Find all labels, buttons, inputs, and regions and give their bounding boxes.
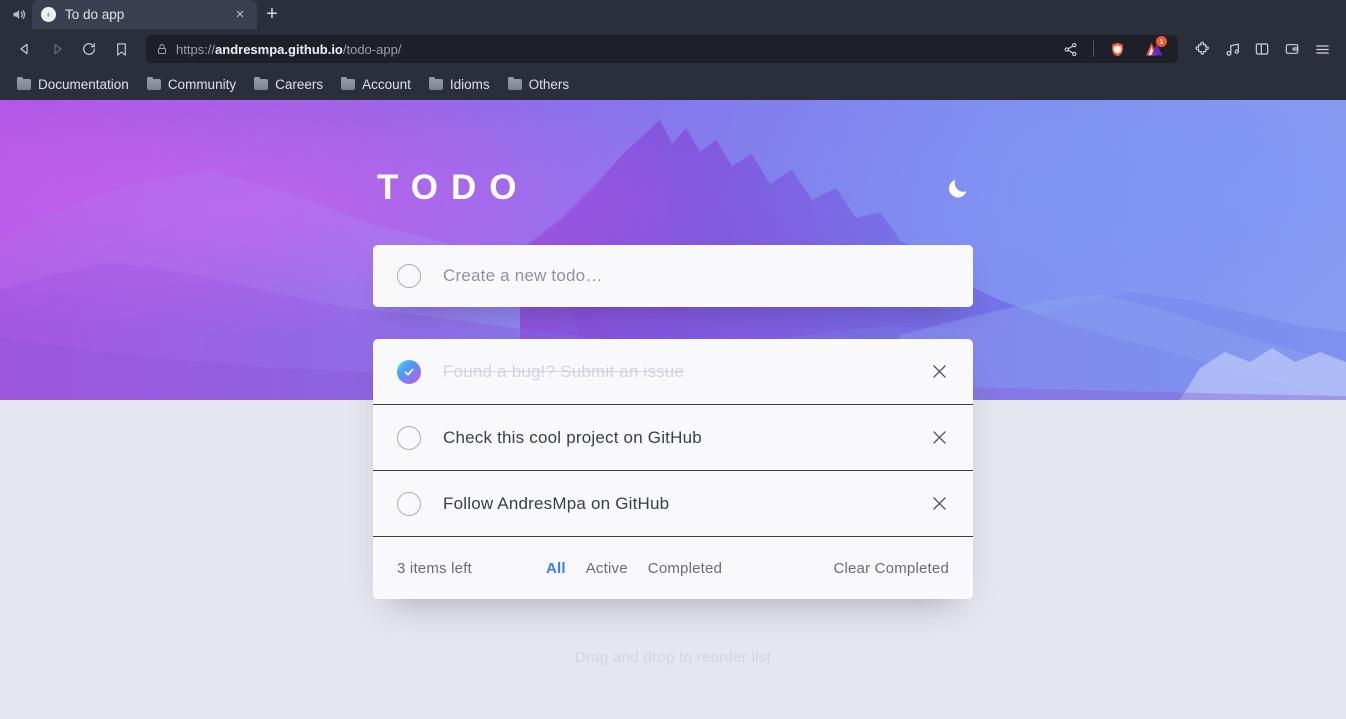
folder-icon — [507, 76, 522, 90]
bookmark-documentation[interactable]: Documentation — [10, 74, 136, 95]
new-todo-checkbox-icon[interactable] — [397, 264, 421, 288]
delete-todo-close-icon[interactable] — [929, 494, 949, 514]
bookmark-community[interactable]: Community — [140, 74, 243, 95]
todo-checkbox-icon[interactable] — [397, 491, 421, 516]
folder-icon — [17, 76, 31, 90]
wallet-icon[interactable] — [1278, 35, 1306, 63]
filter-active[interactable]: Active — [586, 560, 628, 577]
bookmark-careers[interactable]: Careers — [247, 74, 330, 95]
folder-icon — [428, 76, 443, 90]
bookmark-label: Documentation — [38, 77, 129, 92]
todo-item[interactable]: Check this cool project on GitHub — [373, 405, 973, 471]
navigation-toolbar: https://andresmpa.github.io/todo-app/ 1 — [0, 29, 1346, 69]
url-bar[interactable]: https://andresmpa.github.io/todo-app/ 1 — [146, 35, 1178, 63]
speaker-icon[interactable] — [4, 0, 32, 29]
site-favicon — [41, 7, 56, 22]
drag-drop-hint: Drag and drop to reorder list — [574, 649, 772, 666]
bookmark-label: Idioms — [449, 77, 490, 92]
lock-icon — [156, 43, 168, 55]
close-icon[interactable]: × — [232, 7, 248, 22]
bookmarks-bar: Documentation Community Careers Account … — [0, 69, 1346, 100]
bookmark-account[interactable]: Account — [334, 74, 418, 95]
todo-label: Check this cool project on GitHub — [443, 427, 702, 447]
divider — [1093, 41, 1094, 57]
bookmark-others[interactable]: Others — [501, 74, 577, 95]
page-content: TODO Create a new todo… Found a bug!? Su… — [0, 100, 1346, 719]
new-tab-button[interactable]: + — [257, 0, 287, 29]
web-page: TODO Create a new todo… Found a bug!? Su… — [0, 100, 1346, 719]
page-title: TODO — [377, 168, 530, 207]
extensions-puzzle-icon[interactable] — [1188, 35, 1216, 63]
delete-todo-close-icon[interactable] — [929, 428, 949, 448]
todo-list-card: Found a bug!? Submit an issue Check this… — [373, 339, 973, 599]
todo-footer: 3 items left All Active Completed Clear … — [373, 537, 973, 599]
brave-rewards-icon[interactable]: 1 — [1140, 35, 1168, 63]
todo-checkbox-icon[interactable] — [397, 425, 421, 450]
todo-label: Found a bug!? Submit an issue — [443, 361, 685, 381]
bookmark-label: Community — [167, 77, 237, 92]
share-icon[interactable] — [1056, 35, 1084, 63]
todo-label: Follow AndresMpa on GitHub — [443, 493, 670, 513]
todo-item[interactable]: Found a bug!? Submit an issue — [373, 339, 973, 405]
items-left-count: 3 items left — [397, 559, 472, 577]
create-todo-row[interactable]: Create a new todo… — [373, 245, 973, 307]
filter-group: All Active Completed — [546, 560, 722, 577]
browser-tab[interactable]: To do app × — [32, 0, 257, 29]
delete-todo-close-icon[interactable] — [929, 362, 949, 382]
todo-checkbox-checked-icon[interactable] — [397, 359, 421, 384]
moon-icon[interactable] — [945, 175, 971, 201]
hamburger-menu-icon[interactable] — [1308, 35, 1336, 63]
bookmark-label: Others — [528, 77, 570, 92]
music-note-icon[interactable] — [1218, 35, 1246, 63]
clear-completed-button[interactable]: Clear Completed — [833, 560, 949, 577]
rewards-badge-count: 1 — [1156, 36, 1167, 47]
bookmark-idioms[interactable]: Idioms — [422, 74, 497, 95]
create-todo-card: Create a new todo… — [373, 245, 973, 307]
bookmark-icon[interactable] — [106, 35, 136, 63]
filter-all[interactable]: All — [546, 560, 566, 577]
folder-icon — [146, 76, 161, 90]
todo-app: TODO Create a new todo… Found a bug!? Su… — [373, 170, 973, 719]
tab-title: To do app — [65, 7, 125, 22]
forward-arrow-icon — [42, 35, 72, 63]
tab-strip: To do app × + — [0, 0, 1346, 29]
folder-icon — [254, 76, 269, 90]
brave-shields-icon[interactable] — [1103, 35, 1131, 63]
sidebar-panel-icon[interactable] — [1248, 35, 1276, 63]
bookmark-label: Careers — [275, 77, 324, 92]
url-bar-actions: 1 — [1056, 35, 1168, 63]
app-header: TODO — [373, 170, 973, 205]
browser-window: To do app × + https://andresmpa.github.i… — [0, 0, 1346, 719]
reload-icon[interactable] — [74, 35, 104, 63]
bookmark-label: Account — [362, 77, 411, 92]
todo-item[interactable]: Follow AndresMpa on GitHub — [373, 471, 973, 537]
filter-completed[interactable]: Completed — [648, 560, 722, 577]
folder-icon — [341, 76, 356, 90]
back-arrow-icon[interactable] — [10, 35, 40, 63]
url-text: https://andresmpa.github.io/todo-app/ — [176, 41, 402, 57]
new-todo-input[interactable]: Create a new todo… — [443, 266, 603, 286]
